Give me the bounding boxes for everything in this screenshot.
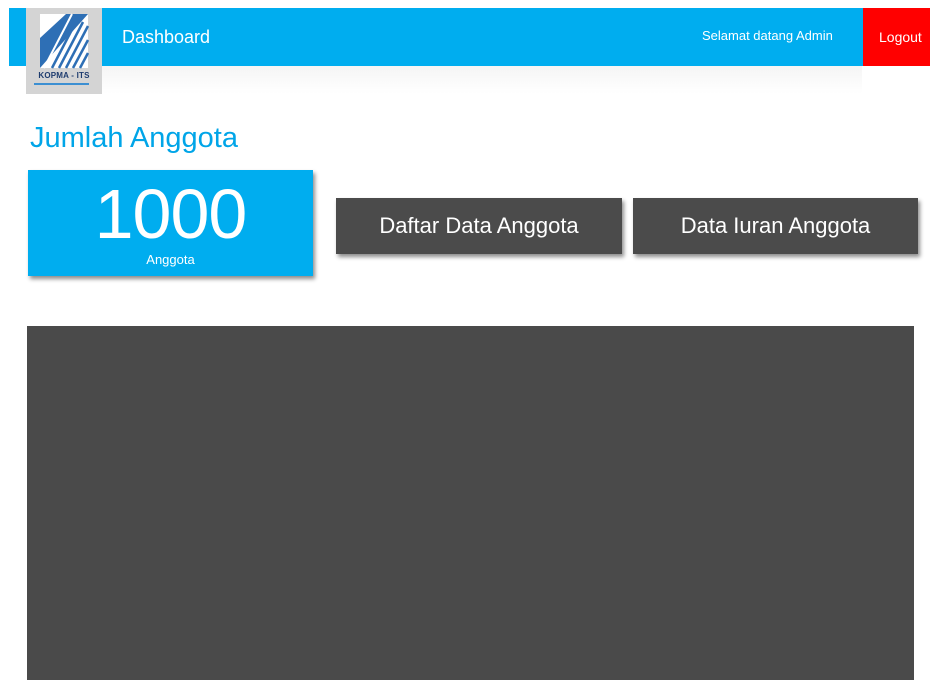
kopma-logo[interactable]: KOPMA - ITS <box>26 8 102 94</box>
member-dues-button[interactable]: Data Iuran Anggota <box>633 198 918 254</box>
member-count-label: Anggota <box>146 252 195 267</box>
logout-button[interactable]: Logout <box>863 8 930 66</box>
page: KOPMA - ITS Dashboard Selamat datang Adm… <box>0 0 930 680</box>
member-count-card: 1000 Anggota <box>28 170 313 276</box>
member-count-value: 1000 <box>94 175 248 253</box>
navbar-shadow <box>102 66 862 94</box>
welcome-text: Selamat datang Admin <box>702 28 833 43</box>
logo-mark-icon <box>40 13 90 69</box>
nav-title-dashboard[interactable]: Dashboard <box>122 27 210 48</box>
page-heading: Jumlah Anggota <box>30 122 238 154</box>
content-panel <box>27 326 914 680</box>
logo-text: KOPMA - ITS <box>38 71 90 80</box>
member-list-button[interactable]: Daftar Data Anggota <box>336 198 622 254</box>
logo-underline <box>34 83 89 85</box>
